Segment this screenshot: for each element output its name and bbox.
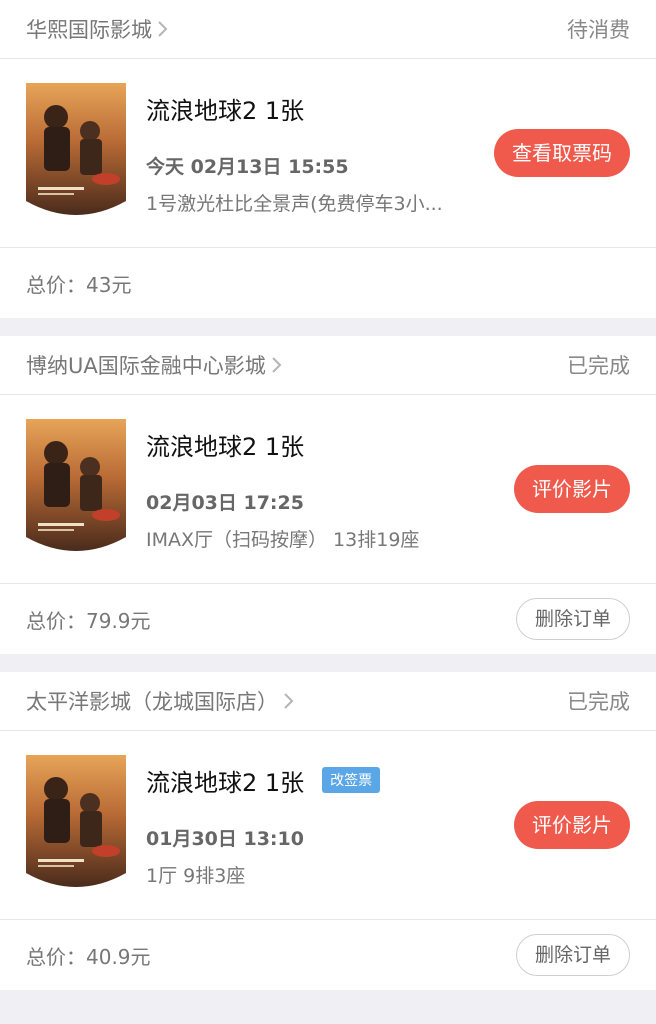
order-body[interactable]: 流浪地球2 1张 今天 02月13日 15:55 1号激光杜比全景声(免费停车3… [0, 59, 656, 248]
movie-poster [26, 83, 126, 215]
rebook-badge: 改签票 [322, 767, 381, 793]
title-row: 流浪地球2 1张 改签票 [146, 763, 476, 798]
chevron-right-icon [284, 693, 294, 709]
total-price: 总价：40.9元 [26, 941, 151, 970]
cinema-link[interactable]: 太平洋影城（龙城国际店） [26, 686, 296, 716]
movie-title: 流浪地球2 1张 [146, 768, 305, 797]
cinema-name: 华熙国际影城 [26, 18, 152, 42]
hall-seat: 1厅 9排3座 [146, 864, 246, 887]
order-footer: 总价：40.9元 删除订单 [0, 920, 656, 990]
total-label: 总价： [26, 272, 86, 297]
hall-seat: 1号激光杜比全景声(免费停车3小... [146, 192, 443, 215]
delete-order-button[interactable]: 删除订单 [515, 934, 630, 976]
order-footer: 总价：79.9元 删除订单 [0, 584, 656, 654]
title-row: 流浪地球2 1张 [146, 427, 476, 462]
order-header: 太平洋影城（龙城国际店） 已完成 [0, 672, 656, 731]
movie-info: 流浪地球2 1张 改签票 01月30日 13:10 1厅 9排3座 [146, 763, 476, 888]
order-card: 博纳UA国际金融中心影城 已完成 流浪地球2 1张 02月03日 17:25 I… [0, 336, 656, 654]
order-body[interactable]: 流浪地球2 1张 改签票 01月30日 13:10 1厅 9排3座 评价影片 [0, 731, 656, 920]
total-price: 总价：43元 [26, 269, 131, 298]
cinema-name: 太平洋影城（龙城国际店） [26, 690, 278, 714]
cinema-link[interactable]: 华熙国际影城 [26, 14, 170, 44]
chevron-right-icon [158, 21, 168, 37]
order-list: 华熙国际影城 待消费 流浪地球2 1张 今天 02月13日 15:55 1号激光… [0, 0, 656, 990]
showtime: 今天 02月13日 15:55 [146, 155, 349, 178]
total-value: 43元 [86, 272, 132, 297]
total-value: 40.9元 [86, 944, 151, 969]
order-body[interactable]: 流浪地球2 1张 02月03日 17:25 IMAX厅（扫码按摩） 13排19座… [0, 395, 656, 584]
total-label: 总价： [26, 608, 86, 633]
delete-order-button[interactable]: 删除订单 [515, 598, 630, 640]
total-price: 总价：79.9元 [26, 605, 151, 634]
showtime: 02月03日 17:25 [146, 491, 304, 514]
total-label: 总价： [26, 944, 86, 969]
cinema-link[interactable]: 博纳UA国际金融中心影城 [26, 350, 284, 380]
order-card: 华熙国际影城 待消费 流浪地球2 1张 今天 02月13日 15:55 1号激光… [0, 0, 656, 318]
movie-poster [26, 755, 126, 887]
movie-title: 流浪地球2 1张 [146, 96, 305, 125]
order-status: 待消费 [567, 18, 630, 42]
total-value: 79.9元 [86, 608, 151, 633]
order-status: 已完成 [567, 354, 630, 378]
action-button[interactable]: 查看取票码 [494, 129, 630, 177]
order-card: 太平洋影城（龙城国际店） 已完成 流浪地球2 1张 改签票 01月30日 13:… [0, 672, 656, 990]
chevron-right-icon [272, 357, 282, 373]
hall-seat: IMAX厅（扫码按摩） 13排19座 [146, 528, 420, 551]
order-header: 博纳UA国际金融中心影城 已完成 [0, 336, 656, 395]
movie-info: 流浪地球2 1张 02月03日 17:25 IMAX厅（扫码按摩） 13排19座 [146, 427, 476, 552]
showtime: 01月30日 13:10 [146, 827, 304, 850]
action-button[interactable]: 评价影片 [514, 465, 630, 513]
order-footer: 总价：43元 [0, 248, 656, 318]
movie-poster [26, 419, 126, 551]
title-row: 流浪地球2 1张 [146, 91, 476, 126]
cinema-name: 博纳UA国际金融中心影城 [26, 354, 266, 378]
movie-title: 流浪地球2 1张 [146, 432, 305, 461]
action-button[interactable]: 评价影片 [514, 801, 630, 849]
movie-info: 流浪地球2 1张 今天 02月13日 15:55 1号激光杜比全景声(免费停车3… [146, 91, 476, 216]
order-header: 华熙国际影城 待消费 [0, 0, 656, 59]
order-status: 已完成 [567, 690, 630, 714]
